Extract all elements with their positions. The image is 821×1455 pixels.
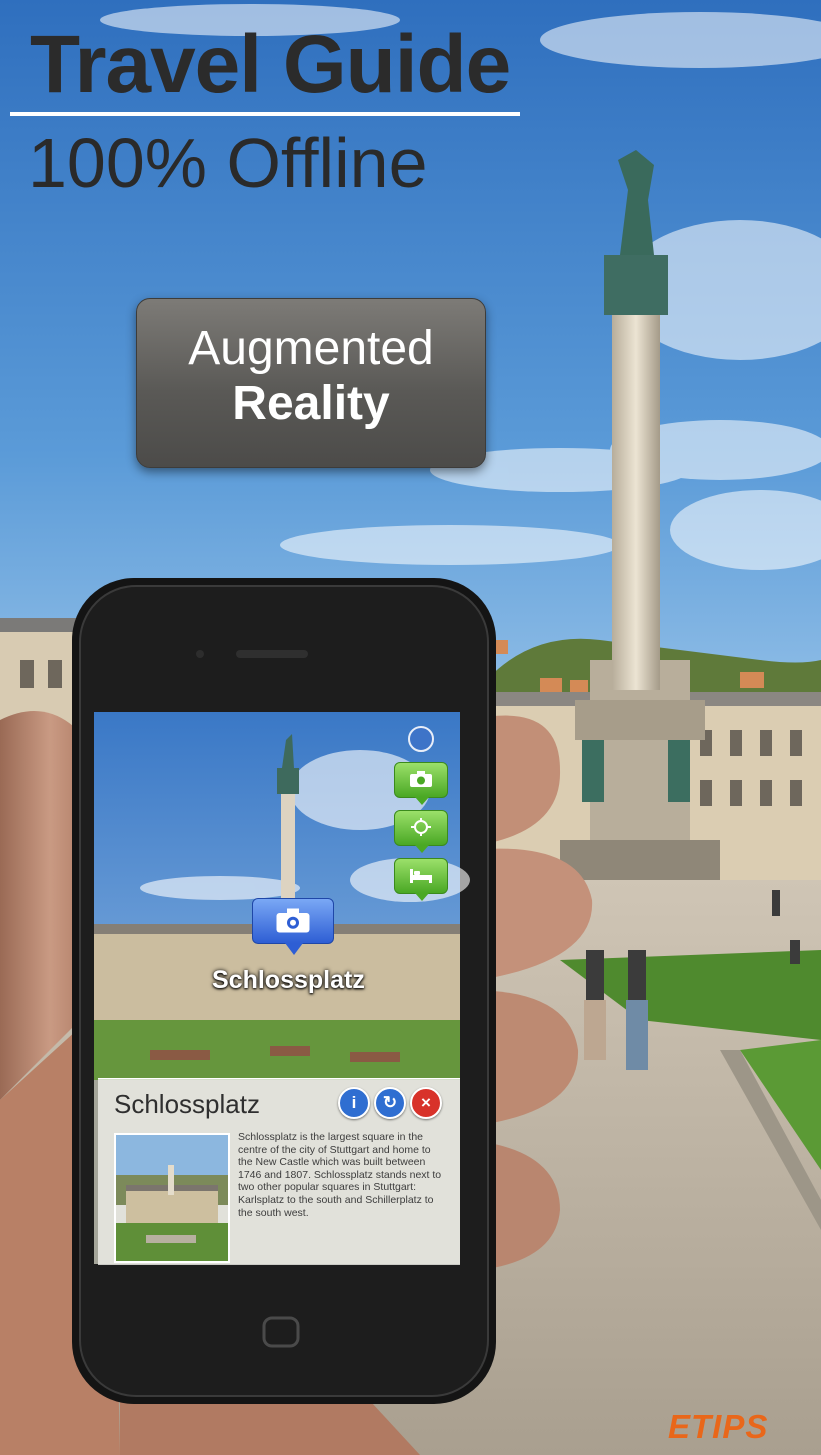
hotel-category-button[interactable] xyxy=(394,858,448,901)
schlossplatz-thumbnail-image xyxy=(116,1135,228,1261)
badge-line-2: Reality xyxy=(232,376,390,430)
info-icon[interactable] xyxy=(408,726,434,752)
poi-label[interactable]: Schlossplatz xyxy=(212,966,365,995)
poi-info-panel: Schlossplatz i ↻ × Schlossplatz is the l… xyxy=(98,1078,460,1265)
info-button[interactable]: i xyxy=(338,1087,370,1119)
camera-icon xyxy=(410,771,432,787)
panel-title: Schlossplatz xyxy=(114,1089,260,1119)
headline-divider xyxy=(10,112,520,116)
app-store-screenshot: Travel Guide 100% Offline Augmented Real… xyxy=(0,0,821,1455)
poi-marker-schlossplatz[interactable] xyxy=(252,898,334,955)
share-button[interactable]: ↻ xyxy=(374,1087,406,1119)
hotel-icon xyxy=(410,869,432,883)
phone-screen: Schlossplatz Schlossplatz i ↻ × Schlossp… xyxy=(94,712,460,1265)
close-button[interactable]: × xyxy=(410,1087,442,1119)
poi-thumbnail xyxy=(114,1133,230,1263)
headline-subtitle: 100% Offline xyxy=(28,124,428,202)
etips-logo: ETIPS xyxy=(668,1408,769,1445)
camera-icon xyxy=(276,908,310,933)
augmented-reality-badge: Augmented Reality xyxy=(136,298,486,468)
sightseeing-icon xyxy=(411,818,431,836)
panel-description: Schlossplatz is the largest square in th… xyxy=(238,1131,442,1219)
badge-line-1: Augmented xyxy=(188,322,434,375)
camera-category-button[interactable] xyxy=(394,762,448,805)
headline-title: Travel Guide xyxy=(30,19,511,110)
sightseeing-category-button[interactable] xyxy=(394,810,448,853)
